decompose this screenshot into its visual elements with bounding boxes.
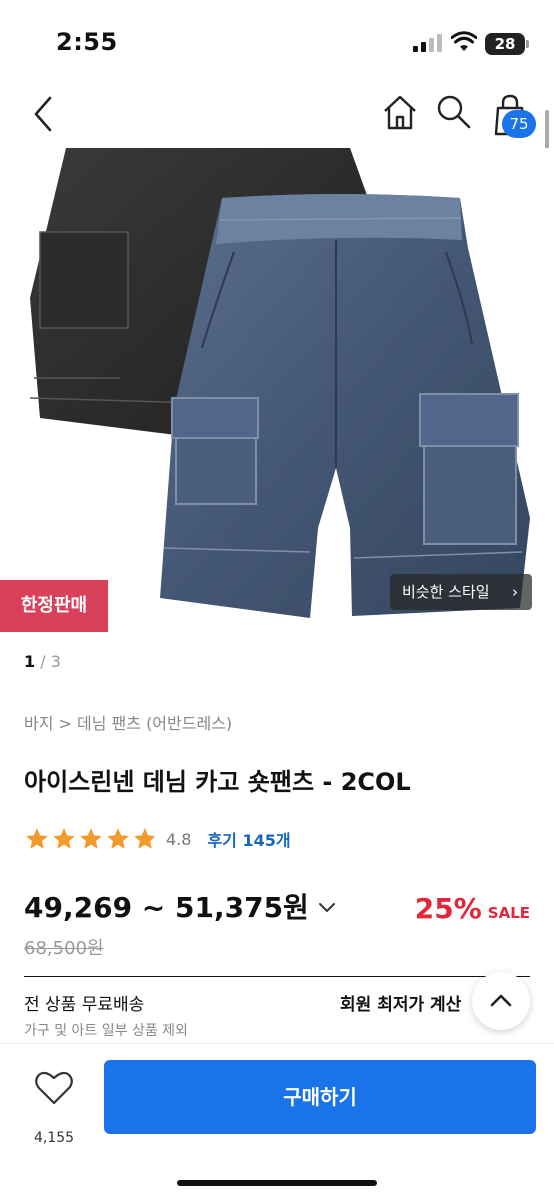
similar-style-label: 비슷한 스타일 xyxy=(402,583,490,601)
discount-badge: 25% SALE xyxy=(415,892,530,925)
star-icon xyxy=(107,828,129,849)
rating-value: 4.8 xyxy=(166,829,192,849)
product-image-carousel[interactable] xyxy=(0,148,554,638)
like-count: 4,155 xyxy=(33,1130,75,1146)
cart-count-badge: 75 xyxy=(502,110,536,138)
product-image xyxy=(29,148,530,618)
pager-current: 1 xyxy=(24,652,36,671)
discount-percent: 25% xyxy=(414,892,482,925)
chevron-down-icon[interactable] xyxy=(317,901,337,915)
home-icon[interactable] xyxy=(380,92,420,132)
price-range: 49,269 ~ 51,375원 xyxy=(24,891,309,924)
chevron-right-icon: › xyxy=(512,583,518,601)
similar-style-button[interactable]: 비슷한 스타일 › xyxy=(390,574,532,610)
scroll-to-top-button[interactable] xyxy=(472,972,530,1030)
battery-indicator: 28 xyxy=(485,33,525,55)
status-time: 2:55 xyxy=(56,28,118,56)
limited-sale-badge: 한정판매 xyxy=(0,580,108,632)
original-price: 68,500원 xyxy=(24,938,104,959)
product-title: 아이스린넨 데님 카고 숏팬츠 - 2COL xyxy=(24,768,411,796)
pager-total: 3 xyxy=(50,652,61,671)
cellular-signal-icon xyxy=(413,34,443,52)
price-row: 49,269 ~ 51,375원 xyxy=(24,886,337,926)
bottom-action-bar: 4,155 구매하기 xyxy=(0,1044,554,1200)
chevron-up-icon xyxy=(490,994,512,1007)
home-indicator xyxy=(177,1180,377,1186)
wifi-icon xyxy=(451,31,477,51)
pager-separator: / xyxy=(40,652,46,671)
back-arrow-icon[interactable] xyxy=(28,94,68,134)
like-button[interactable]: 4,155 xyxy=(30,1066,78,1146)
member-lowest-price-link[interactable]: 회원 최저가 계산 xyxy=(340,990,461,1015)
free-shipping-text: 전 상품 무료배송 xyxy=(24,995,145,1015)
sale-label: SALE xyxy=(487,904,530,922)
battery-cap xyxy=(526,40,529,48)
star-icon xyxy=(80,828,102,849)
shipping-exclusion-note: 가구 및 아트 일부 상품 제외 xyxy=(24,1023,188,1039)
heart-icon xyxy=(35,1071,73,1105)
star-icon xyxy=(53,828,75,849)
status-bar: 2:55 28 xyxy=(0,0,554,88)
star-half-icon xyxy=(134,828,156,849)
breadcrumb[interactable]: 바지 > 데님 팬츠 (어반드레스) xyxy=(24,710,232,734)
image-pager: 1 / 3 xyxy=(24,652,61,671)
star-icon xyxy=(26,828,48,849)
divider xyxy=(24,976,530,977)
search-icon[interactable] xyxy=(434,92,474,132)
nav-header xyxy=(0,88,554,148)
review-count-link[interactable]: 후기 145개 xyxy=(207,827,290,851)
buy-button[interactable]: 구매하기 xyxy=(104,1060,536,1134)
rating-stars xyxy=(24,826,158,852)
rating-row: 4.8 후기 145개 xyxy=(24,826,291,852)
